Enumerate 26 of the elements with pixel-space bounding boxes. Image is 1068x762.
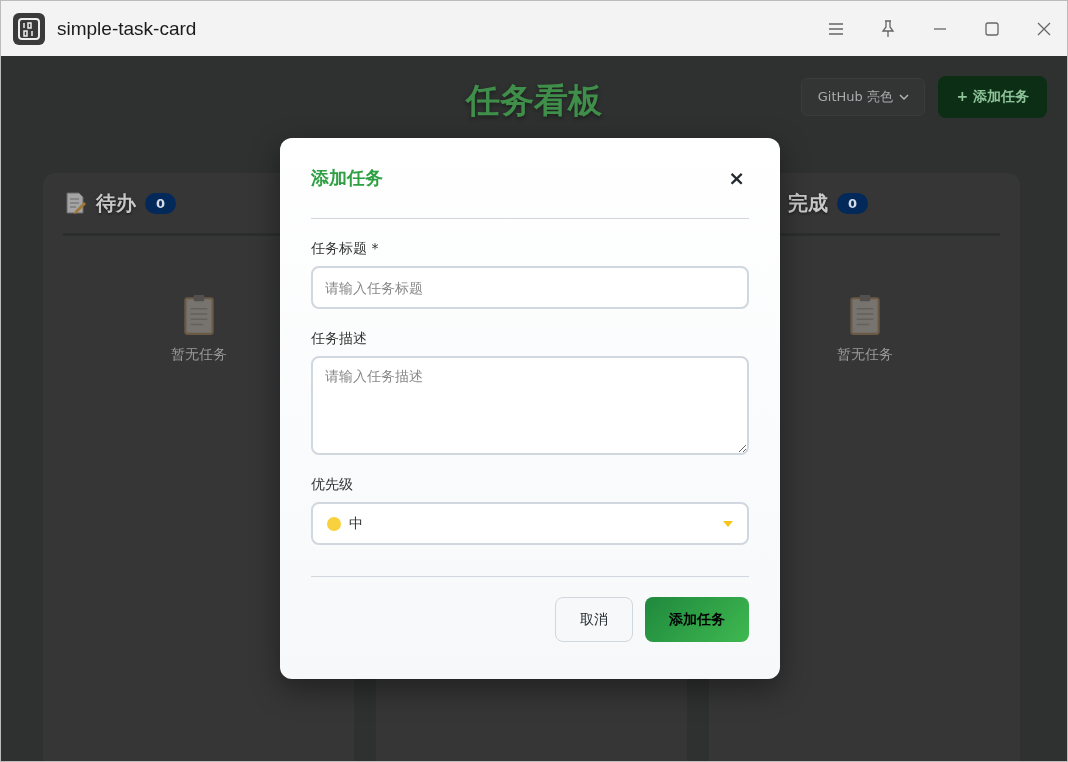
window-title: simple-task-card [57,17,198,40]
clipboard-icon [848,294,881,336]
empty-state-text: 暂无任务 [170,346,227,364]
priority-select[interactable]: 中 [311,502,749,545]
submit-button[interactable]: 添加任务 [645,597,749,642]
clipboard-icon [182,294,215,336]
field-label: 任务描述 [311,330,368,348]
chevron-down-icon [899,94,909,100]
dialog-title: 添加任务 [311,166,383,190]
field-label: 任务标题 * [311,240,380,258]
close-button[interactable]: × [724,166,749,190]
memo-icon [63,191,87,215]
column-title: 待办 [96,189,136,217]
field-label: 优先级 [311,476,354,494]
add-task-button[interactable]: + 添加任务 [938,76,1047,118]
caret-icon [723,520,733,527]
theme-select[interactable]: GitHub 亮色 [801,78,926,116]
empty-state-text: 暂无任务 [836,346,893,364]
board-heading: 任务看板 [466,79,602,122]
count-badge: 0 [145,192,177,214]
title-input-field[interactable]: 请输入任务标题 [311,266,749,309]
column-title: 完成 [788,189,828,217]
description-textarea[interactable]: 请输入任务描述 [311,356,749,455]
app-icon [13,12,45,45]
cancel-button[interactable]: 取消 [555,597,633,642]
count-badge: 0 [837,192,869,214]
